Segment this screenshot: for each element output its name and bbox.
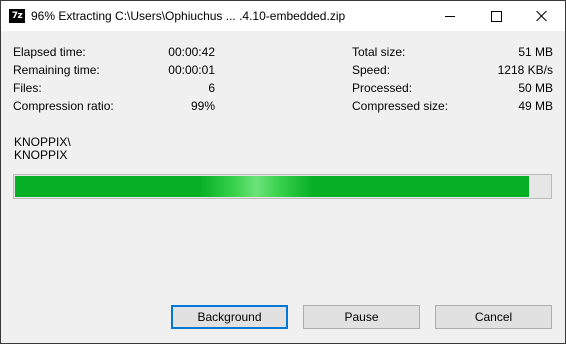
background-button[interactable]: Background — [171, 305, 288, 329]
elapsed-time-value: 00:00:42 — [168, 45, 215, 59]
remaining-time-value: 00:00:01 — [168, 63, 215, 77]
title-bar[interactable]: 7z 96% Extracting C:\Users\Ophiuchus ...… — [1, 1, 565, 31]
compressed-size-label: Compressed size: — [352, 99, 449, 113]
extract-progress-bar — [13, 174, 552, 199]
app-icon-text: 7z — [11, 11, 23, 21]
files-label: Files: — [13, 81, 42, 95]
compression-ratio-value: 99% — [190, 99, 215, 113]
progress-bar-fill — [15, 176, 529, 197]
minimize-icon — [445, 15, 455, 17]
maximize-icon — [490, 10, 502, 22]
7zip-app-icon[interactable]: 7z — [9, 9, 25, 23]
window-title: 96% Extracting C:\Users\Ophiuchus ... .4… — [31, 9, 346, 23]
pause-button[interactable]: Pause — [303, 305, 420, 329]
total-size-value: 51 MB — [518, 45, 553, 59]
files-value: 6 — [208, 81, 215, 95]
processed-value: 50 MB — [518, 81, 553, 95]
cancel-button[interactable]: Cancel — [435, 305, 552, 329]
speed-label: Speed: — [352, 63, 391, 77]
remaining-time-label: Remaining time: — [13, 63, 100, 77]
elapsed-time-label: Elapsed time: — [13, 45, 86, 59]
total-size-label: Total size: — [352, 45, 406, 59]
extract-progress-window: 7z 96% Extracting C:\Users\Ophiuchus ...… — [0, 0, 566, 344]
close-icon — [536, 10, 548, 22]
close-button[interactable] — [519, 1, 565, 31]
minimize-button[interactable] — [427, 1, 473, 31]
processed-label: Processed: — [352, 81, 413, 95]
speed-value: 1218 KB/s — [497, 63, 553, 77]
current-file-name: KNOPPIX — [14, 148, 68, 162]
maximize-button[interactable] — [473, 1, 519, 31]
compressed-size-value: 49 MB — [518, 99, 553, 113]
compression-ratio-label: Compression ratio: — [13, 99, 114, 113]
